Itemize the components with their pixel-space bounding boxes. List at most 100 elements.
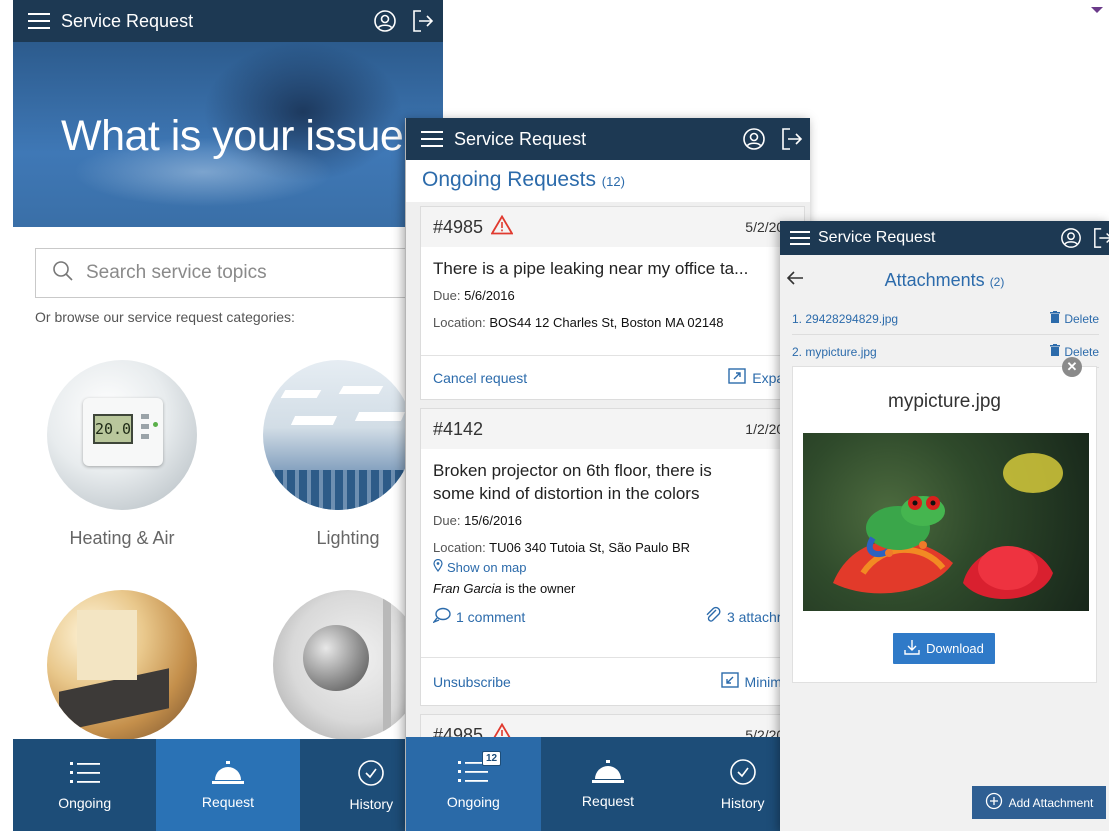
hero-heading: What is your issue? [61,112,427,160]
room-image [47,590,197,740]
app-bar: Service Request [780,221,1109,255]
tab-ongoing[interactable]: Ongoing 12 [406,737,541,831]
thermostat-device: 20.0 [83,398,163,466]
due-date: 15/6/2016 [464,513,522,528]
location-label: Location: [433,540,486,555]
logout-icon[interactable] [411,9,435,33]
app-bar: Service Request [13,0,443,42]
owner-name: Fran Garcia [433,581,502,596]
card-header: #4142 1/2/201 [421,409,804,449]
location-value: TU06 340 Tutoia St, São Paulo BR [489,540,691,555]
back-arrow-icon[interactable] [786,270,804,291]
due-date: 5/6/2016 [464,288,515,303]
add-attachment-button[interactable]: Add Attachment [972,786,1106,819]
cancel-request-link[interactable]: Cancel request [433,370,527,386]
menu-icon[interactable] [27,9,51,33]
category-doors[interactable] [273,590,423,740]
category-label: Heating & Air [69,528,175,548]
card-actions: Cancel request Expan [421,355,804,399]
requests-list[interactable]: #4985 5/2/201 There is a pipe leaking ne… [406,202,810,737]
browse-caption: Or browse our service request categories… [35,309,295,325]
comments-label: 1 comment [456,608,526,625]
preview-title: mypicture.jpg [888,391,1001,412]
attachment-filename[interactable]: 2. mypicture.jpg [792,345,877,359]
location-value: BOS44 12 Charles St, Boston MA 02148 [489,315,724,330]
card-header: #4985 5/2/201 [421,207,804,247]
logout-icon[interactable] [780,127,804,151]
request-title-line2: some kind of distortion in the colors [433,484,700,503]
clock-icon [729,758,757,789]
thermostat-display: 20.0 [93,414,133,444]
thermostat-image: 20.0 [47,360,197,510]
bell-icon [211,760,245,788]
menu-icon[interactable] [420,127,444,151]
warning-icon [491,722,513,737]
attachments-header: Attachments (2) [780,255,1109,305]
doorknob-image [273,590,423,740]
office-lights-image [263,360,413,510]
section-title: Ongoing Requests (12) [422,168,625,192]
corner-decoration [1091,0,1103,13]
logout-icon[interactable] [1091,226,1109,250]
category-heating-air[interactable]: 20.0 Heating & Air [47,360,197,549]
app-title: Service Request [818,229,936,246]
tab-label: History [349,795,394,812]
category-furniture[interactable] [47,590,197,740]
tab-label: History [720,794,765,811]
request-card[interactable]: #4985 5/2/201 [420,714,805,737]
tab-request[interactable]: Request [541,737,676,831]
section-count: (12) [601,174,625,189]
unsubscribe-link[interactable]: Unsubscribe [433,674,511,690]
bottom-tab-bar: Ongoing Request History [13,739,443,831]
tab-label: Ongoing [58,794,112,811]
attachment-row[interactable]: 1. 29428294829.jpg Delete [792,303,1099,335]
search-field[interactable] [35,248,435,298]
hero-banner: What is your issue? [13,42,443,227]
tab-label: Request [201,793,255,810]
minimize-icon [720,672,739,691]
bell-icon [591,759,625,787]
request-id: #4985 [433,724,484,738]
download-button[interactable]: Download [893,633,995,664]
user-icon[interactable] [1059,226,1083,250]
ongoing-requests-screen: Service Request Ongoing Requests (12) #4… [405,118,810,831]
plus-circle-icon [985,792,1003,813]
app-title: Service Request [61,10,194,31]
trash-icon [1050,311,1061,326]
tab-request[interactable]: Request [156,739,300,831]
paperclip-icon [704,606,722,627]
attachment-row[interactable]: 2. mypicture.jpg Delete [792,336,1099,368]
close-icon[interactable]: ✕ [1062,357,1082,377]
download-label: Download [926,641,984,656]
request-card[interactable]: #4985 5/2/201 There is a pipe leaking ne… [420,206,805,400]
list-icon [69,760,100,789]
image-preview-dialog: mypicture.jpg Download [792,366,1097,683]
attachments-screen: Service Request Attachments (2) 1. 29428… [780,221,1109,831]
map-pin-icon [433,558,443,575]
delete-label: Delete [1064,311,1099,326]
attachment-filename[interactable]: 1. 29428294829.jpg [792,312,898,326]
show-on-map-link[interactable]: Show on map [433,558,792,575]
card-actions: Unsubscribe Minimiz [421,657,804,705]
attachments-count: (2) [989,274,1005,289]
comments-link[interactable]: 1 comment [431,606,526,627]
trash-icon [1050,344,1061,359]
request-card[interactable]: #4142 1/2/201 Broken projector on 6th fl… [420,408,805,706]
request-id: #4985 [433,216,484,237]
attachments-title: Attachments [884,269,985,290]
delete-button[interactable]: Delete [1050,311,1099,326]
tab-label: Ongoing [446,793,500,810]
tab-ongoing[interactable]: Ongoing [13,739,156,831]
frog-photo [803,433,1089,611]
menu-icon[interactable] [788,226,812,250]
user-icon[interactable] [373,9,397,33]
section-title-text: Ongoing Requests [422,168,596,191]
request-id: #4142 [433,418,484,439]
service-request-home-screen: Service Request What is your issue? Or b… [13,0,443,831]
expand-icon [728,368,746,387]
card-header: #4985 5/2/201 [421,715,804,737]
search-input[interactable] [86,262,386,284]
user-icon[interactable] [742,127,766,151]
map-link-label: Show on map [447,559,527,575]
request-title[interactable]: There is a pipe leaking near my office t… [433,257,792,280]
